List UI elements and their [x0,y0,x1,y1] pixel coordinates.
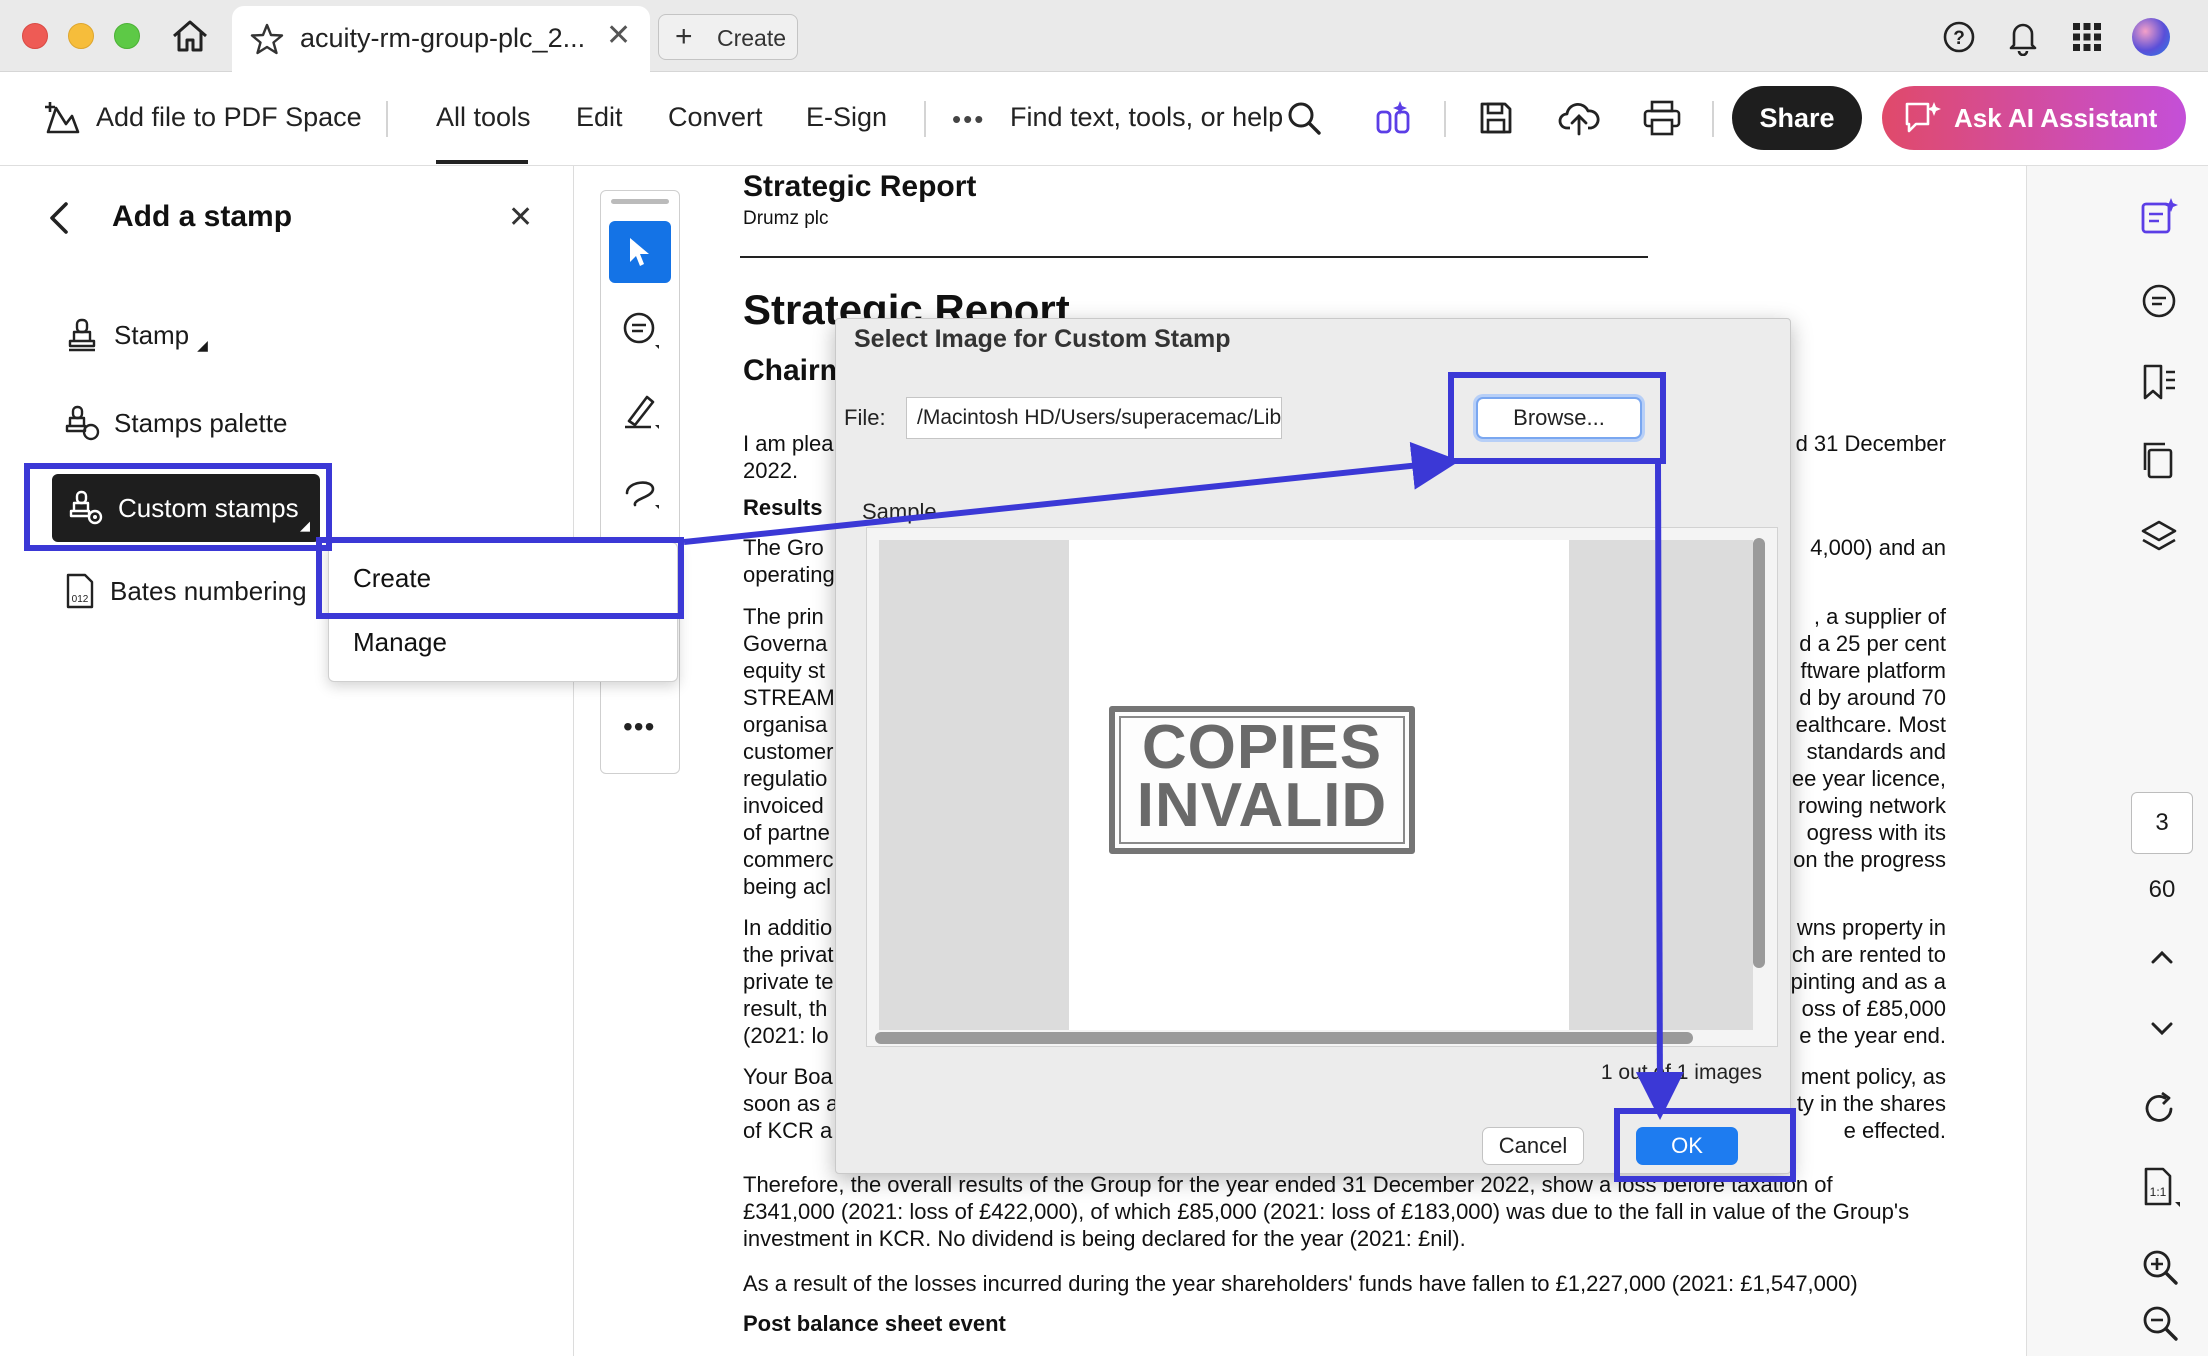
annotation-arrows [683,441,1684,1120]
arrow-to-ok [1635,463,1684,1120]
arrow-to-browse [683,441,1460,545]
